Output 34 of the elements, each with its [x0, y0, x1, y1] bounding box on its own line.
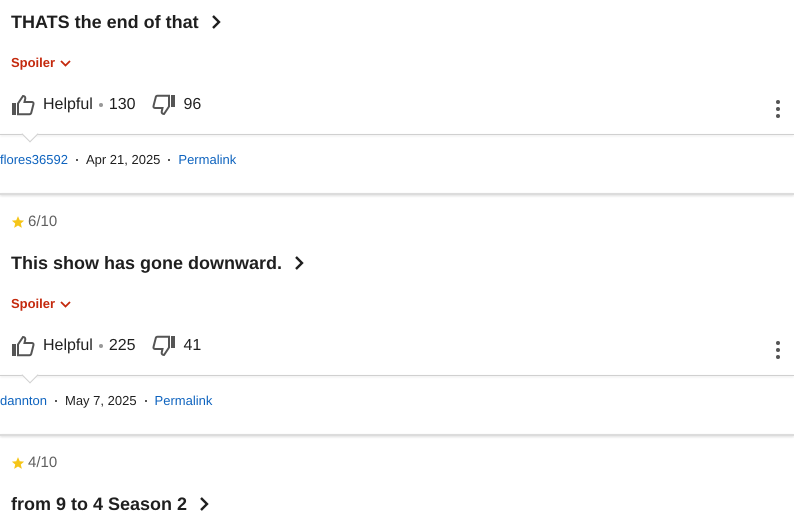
chevron-right-icon	[210, 14, 221, 30]
review-date: May 7, 2025	[65, 392, 137, 410]
thumbs-down-icon	[152, 335, 176, 357]
review-title-link[interactable]: THATS the end of that	[11, 8, 221, 36]
permalink-link[interactable]: Permalink	[154, 391, 212, 411]
review-date: Apr 21, 2025	[86, 151, 160, 170]
star-icon	[11, 456, 25, 470]
thumbs-up-icon	[11, 335, 35, 357]
rating-text: 4/10	[28, 452, 58, 473]
permalink-link[interactable]: Permalink	[178, 150, 236, 170]
unhelpful-button[interactable]: 41	[152, 334, 202, 358]
unhelpful-button[interactable]: 96	[152, 93, 202, 117]
thumbs-down-icon	[152, 94, 176, 116]
more-options-button[interactable]	[774, 339, 782, 361]
chevron-down-icon	[60, 60, 72, 66]
chevron-right-icon	[199, 496, 210, 512]
author-link[interactable]: flores36592	[0, 150, 68, 170]
star-icon	[11, 215, 25, 229]
spoiler-toggle[interactable]: Spoiler	[11, 53, 72, 73]
helpful-label: Helpful	[43, 336, 93, 356]
spoiler-toggle[interactable]: Spoiler	[11, 294, 72, 314]
helpful-count: 225	[108, 336, 136, 356]
review-title-link[interactable]: This show has gone downward.	[11, 250, 304, 276]
rating-text: 6/10	[28, 212, 58, 232]
chevron-right-icon	[294, 255, 304, 271]
helpful-count: 130	[108, 95, 136, 115]
helpful-button[interactable]: Helpful 130	[11, 93, 136, 117]
helpful-button[interactable]: Helpful 225	[11, 334, 136, 358]
review-title-link[interactable]: from 9 to 4 Season 2	[11, 490, 210, 518]
thumbs-up-icon	[11, 94, 35, 116]
chevron-down-icon	[60, 300, 72, 308]
author-link[interactable]: dannton	[0, 391, 47, 411]
more-options-button[interactable]	[774, 98, 782, 120]
helpful-label: Helpful	[43, 95, 93, 115]
